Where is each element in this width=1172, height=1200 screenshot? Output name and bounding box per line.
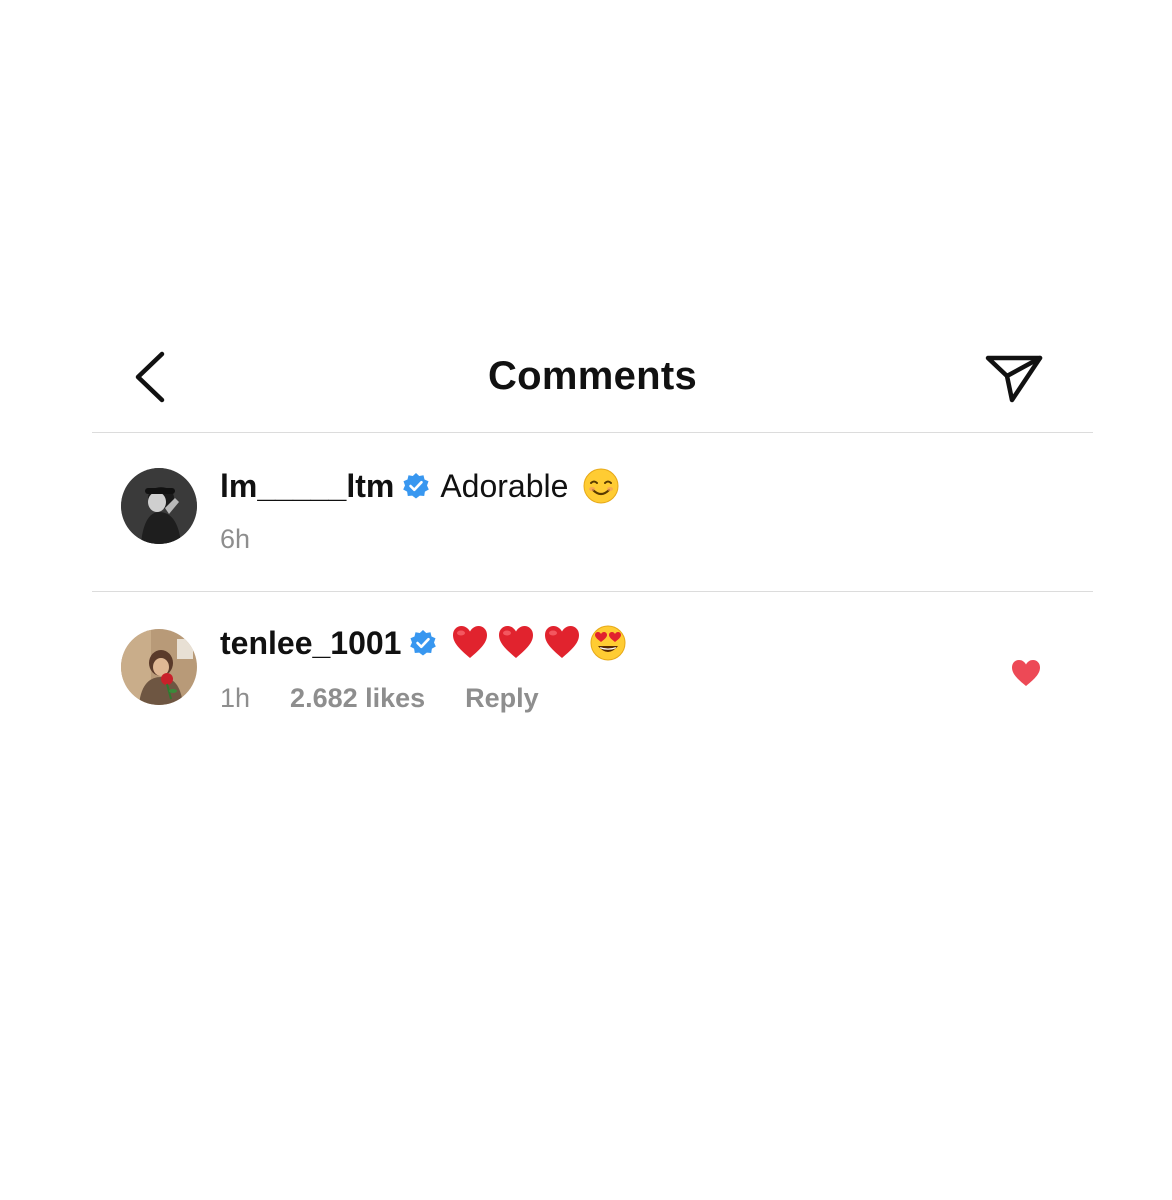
avatar-image (121, 468, 197, 544)
comment-line: lm_____ltm Adorable (220, 467, 620, 505)
likes-count[interactable]: 2.682 likes (290, 683, 425, 714)
comment-item: tenlee_1001 1h 2.682 likes Reply (92, 592, 1093, 752)
comments-header: Comments (92, 330, 1093, 433)
username[interactable]: lm_____ltm (220, 468, 394, 505)
comment-meta: 1h 2.682 likes Reply (220, 683, 539, 714)
username[interactable]: tenlee_1001 (220, 625, 401, 662)
comment-time: 1h (220, 683, 251, 713)
smiling-face-icon (583, 468, 619, 504)
red-heart-icon (545, 626, 580, 658)
heart-eyes-icon (590, 625, 626, 661)
red-heart-icon (499, 626, 534, 658)
share-button[interactable] (982, 348, 1046, 408)
like-button[interactable] (1010, 658, 1042, 688)
page-title: Comments (487, 354, 698, 398)
verified-badge-icon (403, 473, 430, 499)
avatar-image (121, 629, 197, 705)
avatar[interactable] (121, 629, 197, 705)
comment-time: 6h (220, 524, 251, 554)
filled-heart-icon (1012, 660, 1040, 686)
verified-badge-icon (410, 630, 437, 656)
comment-item: lm_____ltm Adorable 6h (92, 433, 1093, 592)
comments-screen: Comments lm_____ltm Adorable 6h tenlee_1… (0, 0, 1172, 1200)
comment-meta: 6h (220, 524, 250, 555)
reply-button[interactable]: Reply (465, 683, 539, 714)
comment-line: tenlee_1001 (220, 624, 627, 662)
red-heart-icon (453, 626, 488, 658)
avatar[interactable] (121, 468, 197, 544)
send-icon (985, 355, 1043, 403)
comment-text: Adorable (440, 467, 569, 504)
